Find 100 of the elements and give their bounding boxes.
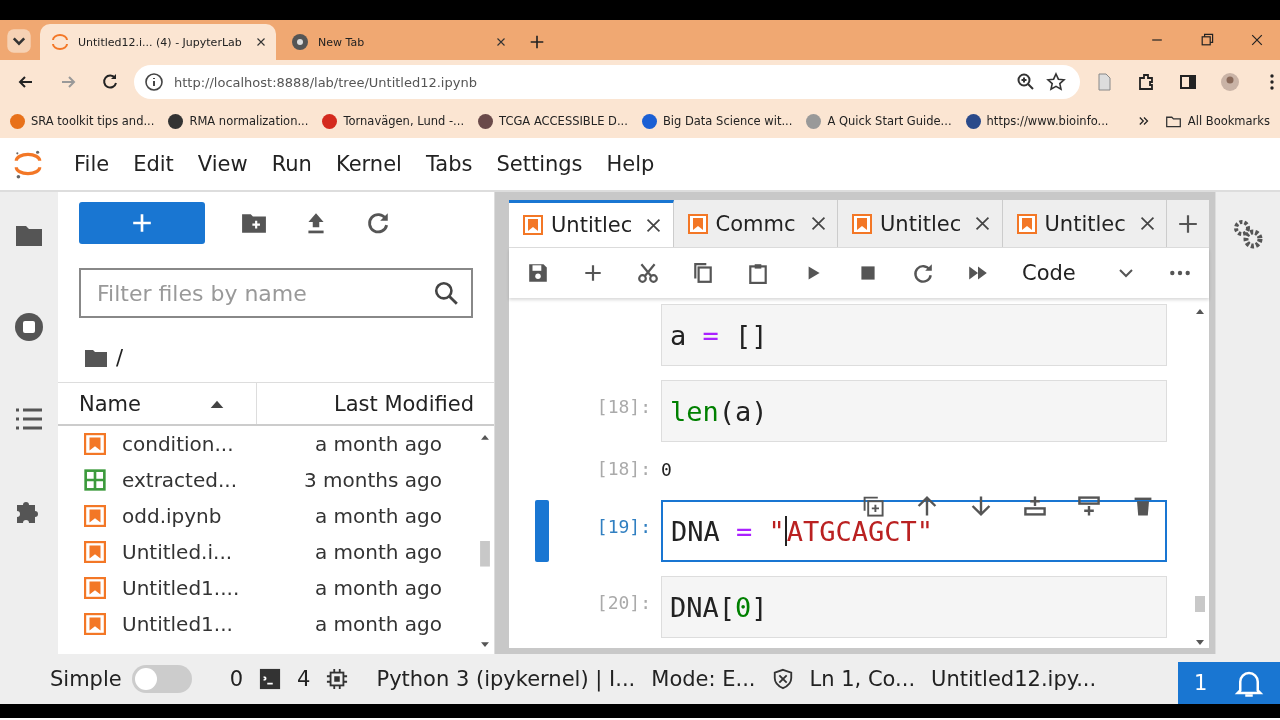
close-icon[interactable] (645, 216, 662, 234)
code-cell[interactable]: len(a) (661, 380, 1167, 442)
add-tab-icon[interactable] (1177, 212, 1199, 235)
restore-icon[interactable] (1199, 32, 1215, 48)
notebook-icon (84, 433, 106, 455)
notebook-tab[interactable]: Untitlec (838, 200, 1003, 247)
notifications-button[interactable]: 1 (1178, 662, 1280, 704)
bookmark[interactable]: SRA toolkit tips and... (10, 113, 155, 129)
bookmark[interactable]: https://www.bioinfo... (965, 113, 1109, 129)
address-bar[interactable]: http://localhost:8888/lab/tree/Untitled12.ipynb (134, 65, 1080, 99)
sort-up-icon (208, 398, 226, 409)
browser-tab[interactable]: New Tab (280, 24, 516, 60)
star-icon[interactable] (1046, 72, 1066, 92)
notebook-tab[interactable]: Untitlec (1002, 200, 1167, 247)
menu-item[interactable]: Kernel (323, 152, 414, 176)
browser-tab[interactable]: Untitled12.i... (4) - JupyterLab (40, 24, 276, 60)
refresh-icon[interactable] (365, 210, 391, 236)
restart-icon[interactable] (912, 262, 934, 284)
column-header[interactable]: Name (58, 383, 257, 424)
code-cell[interactable]: DNA = "ATGCAGCT" (661, 500, 1167, 562)
sidebar-icon[interactable] (1178, 72, 1198, 92)
all-bookmarks[interactable]: All Bookmarks (1164, 112, 1270, 130)
bookmark-label: All Bookmarks (1187, 114, 1270, 128)
info-icon (144, 72, 164, 92)
reload-icon[interactable] (100, 72, 120, 92)
bookmark-label: Big Data Science wit... (662, 114, 793, 128)
bookmark[interactable]: A Quick Start Guide... (806, 113, 952, 129)
cell-prompt: [18]: (595, 395, 652, 417)
file-row[interactable]: Untitled1... a month ago (58, 606, 478, 642)
filter-field[interactable]: Filter files by name (79, 268, 473, 318)
notebook-icon (84, 577, 106, 599)
bookmark-label: https://www.bioinfo... (986, 114, 1109, 128)
bookmark-label: Tornavägen, Lund -... (343, 114, 465, 128)
insert-above-icon[interactable] (1023, 494, 1047, 518)
copy-icon[interactable] (692, 262, 714, 284)
close-icon[interactable] (974, 215, 991, 232)
avatar-icon[interactable] (1220, 72, 1240, 92)
text-cursor (784, 516, 787, 546)
notebook-icon (84, 541, 106, 563)
mode-label: Simple (50, 667, 122, 691)
menu-item[interactable]: Tabs (413, 152, 485, 176)
settings-icon[interactable] (1232, 218, 1264, 250)
stop-icon[interactable] (14, 312, 44, 342)
insert-below-icon[interactable] (1077, 494, 1101, 518)
bookmark-label: TCGA ACCESSIBLE D... (499, 114, 628, 128)
column-header[interactable]: Last Modified (257, 383, 494, 424)
menu-item[interactable]: File (62, 152, 122, 176)
notebook-icon (1016, 213, 1037, 234)
notebook-icon (852, 213, 872, 234)
tab-title: Untitlec (551, 213, 634, 237)
file-row[interactable]: condition... a month ago (58, 426, 478, 462)
zoom-icon[interactable] (1016, 72, 1036, 92)
bookmark[interactable]: TCGA ACCESSIBLE D... (478, 113, 628, 129)
menu-item[interactable]: Edit (121, 152, 186, 176)
clipboard-icon[interactable] (747, 262, 769, 284)
simple-mode-toggle[interactable] (131, 665, 192, 693)
file-row[interactable]: Untitled.i... a month ago (58, 534, 478, 570)
close-icon[interactable] (1249, 32, 1265, 48)
tab-search-icon[interactable] (6, 28, 32, 54)
arrow-down-icon[interactable] (969, 494, 993, 518)
cell-type-dropdown[interactable]: Code (1022, 261, 1136, 285)
code-cell[interactable]: DNA[0] (661, 576, 1167, 638)
shield-icon (771, 668, 794, 690)
table-icon (84, 469, 106, 491)
bookmark[interactable]: RMA normalization... (168, 113, 309, 129)
close-icon[interactable] (1138, 215, 1156, 232)
plus-icon (131, 212, 153, 234)
arrow-up-icon[interactable] (915, 494, 939, 518)
menu-item[interactable]: Settings (484, 152, 595, 176)
notebook-tab[interactable]: Untitlec (509, 200, 674, 247)
file-row[interactable]: extracted... 3 months ago (58, 462, 478, 498)
url-text: http://localhost:8888/lab/tree/Untitled12.ipynb (174, 74, 477, 90)
bookmark[interactable]: Tornavägen, Lund -... (322, 113, 465, 129)
terminal-icon (259, 668, 282, 690)
cursor-position[interactable]: Ln 1, Co... (809, 667, 916, 691)
save-icon[interactable] (527, 262, 549, 284)
file-row[interactable]: odd.ipynb a month ago (58, 498, 478, 534)
plus-icon[interactable] (582, 262, 604, 284)
close-icon[interactable] (809, 215, 827, 232)
menu-item[interactable]: View (185, 152, 260, 176)
code-cell[interactable]: a = [] (661, 304, 1167, 366)
bookmark-label: RMA normalization... (189, 114, 309, 128)
cell-output: 0 (661, 458, 672, 480)
new-tab-icon[interactable] (528, 33, 546, 51)
tab-title: Untitlec (880, 211, 963, 236)
bookmark[interactable]: Big Data Science wit... (641, 113, 793, 129)
breadcrumb-path[interactable]: / (116, 346, 124, 370)
menu-item[interactable]: Run (259, 152, 324, 176)
file-row[interactable]: Untitled1.... a month ago (58, 570, 478, 606)
notebook-icon (84, 613, 106, 635)
duplicate-icon[interactable] (861, 494, 885, 518)
search-icon (433, 280, 459, 306)
scissors-icon[interactable] (637, 262, 659, 284)
notebook-icon (84, 505, 106, 527)
bookmark-label: A Quick Start Guide... (827, 114, 952, 128)
kernel-status[interactable]: Python 3 (ipykernel) | I... (376, 667, 636, 691)
notebook-icon (523, 215, 543, 235)
extensions-icon[interactable] (1136, 72, 1156, 92)
menu-item[interactable]: Help (594, 152, 667, 176)
notebook-tab[interactable]: Commc (673, 200, 838, 247)
